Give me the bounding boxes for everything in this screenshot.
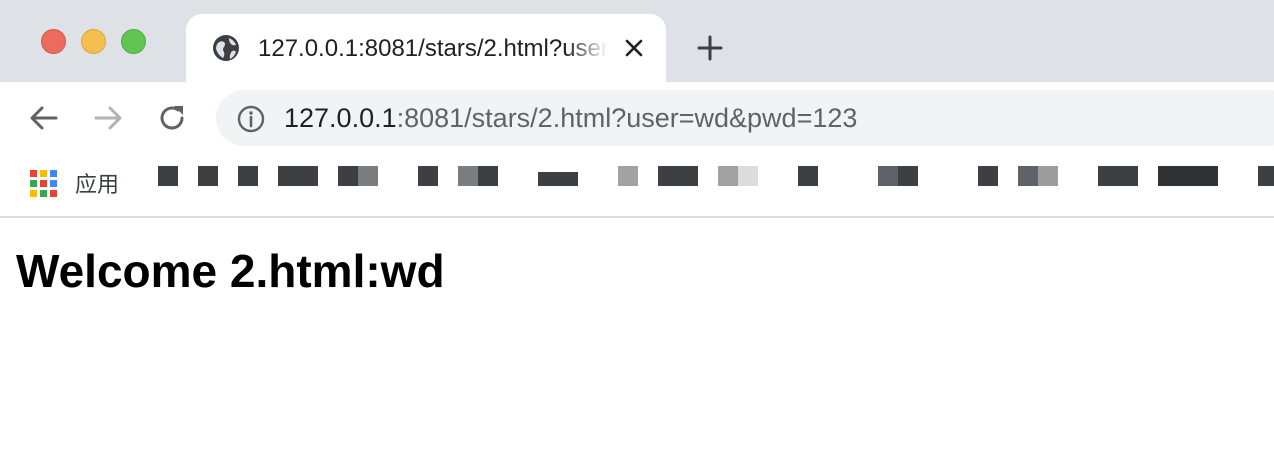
- tab-strip: 127.0.0.1:8081/stars/2.html?user=wd&pwd=…: [0, 0, 1274, 84]
- tab-title: 127.0.0.1:8081/stars/2.html?user=wd&pwd=…: [258, 35, 608, 62]
- url-path: :8081/stars/2.html?user=wd&pwd=123: [396, 103, 858, 133]
- browser-toolbar: 127.0.0.1:8081/stars/2.html?user=wd&pwd=…: [0, 82, 1274, 154]
- bookmarks-bar: 应用: [0, 154, 1274, 218]
- url-text[interactable]: 127.0.0.1:8081/stars/2.html?user=wd&pwd=…: [284, 103, 857, 133]
- bookmark-redacted[interactable]: [1098, 166, 1138, 186]
- zoom-window-button[interactable]: [121, 29, 146, 54]
- page-content: Welcome 2.html:wd: [0, 220, 1274, 462]
- bookmark-redacted[interactable]: [538, 172, 578, 186]
- bookmark-redacted[interactable]: [1258, 166, 1274, 186]
- address-bar[interactable]: 127.0.0.1:8081/stars/2.html?user=wd&pwd=…: [216, 90, 1274, 146]
- close-icon[interactable]: [622, 36, 646, 60]
- bookmark-redacted[interactable]: [658, 166, 698, 186]
- apps-shortcut[interactable]: 应用: [30, 168, 119, 198]
- bookmark-redacted[interactable]: [278, 166, 318, 186]
- bookmark-redacted[interactable]: [418, 166, 438, 186]
- back-arrow-icon[interactable]: [26, 100, 62, 136]
- page-heading: Welcome 2.html:wd: [16, 245, 445, 297]
- bookmark-redacted[interactable]: [878, 166, 918, 186]
- bookmark-redacted[interactable]: [798, 166, 818, 186]
- bookmark-redacted[interactable]: [978, 166, 998, 186]
- bookmark-redacted[interactable]: [238, 166, 258, 186]
- active-tab[interactable]: 127.0.0.1:8081/stars/2.html?user=wd&pwd=…: [186, 14, 666, 84]
- globe-icon: [213, 35, 239, 61]
- bookmark-redacted[interactable]: [718, 166, 758, 186]
- close-window-button[interactable]: [41, 29, 66, 54]
- bookmark-redacted[interactable]: [1018, 166, 1058, 186]
- reload-icon[interactable]: [154, 100, 190, 136]
- bookmark-redacted[interactable]: [618, 166, 638, 186]
- bookmark-redacted[interactable]: [458, 166, 498, 186]
- bookmark-redacted[interactable]: [338, 166, 378, 186]
- bookmark-redacted[interactable]: [158, 166, 178, 186]
- new-tab-icon[interactable]: [694, 32, 726, 64]
- apps-grid-icon: [30, 169, 57, 197]
- info-icon[interactable]: [236, 104, 266, 134]
- apps-label: 应用: [75, 173, 120, 198]
- url-host: 127.0.0.1: [284, 103, 397, 133]
- bookmark-redacted[interactable]: [1158, 166, 1218, 186]
- bookmark-redacted[interactable]: [198, 166, 218, 186]
- forward-arrow-icon[interactable]: [90, 100, 126, 136]
- minimize-window-button[interactable]: [81, 29, 106, 54]
